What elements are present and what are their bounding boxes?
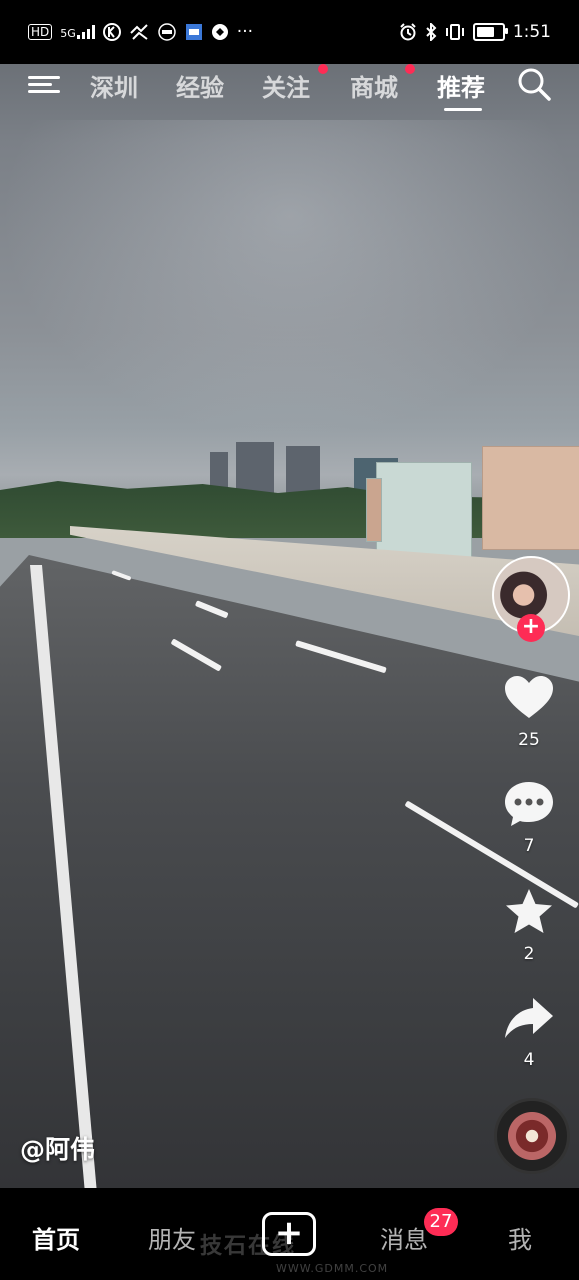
mall-notification-dot	[405, 64, 415, 74]
like-button[interactable]: 25	[490, 672, 568, 750]
tab-experience[interactable]: 经验	[176, 68, 224, 103]
bluetooth-icon	[426, 23, 437, 41]
share-button[interactable]: 4	[490, 992, 568, 1070]
signal-label: 5G	[60, 27, 76, 40]
favorite-count: 2	[523, 944, 535, 964]
ipm-app-icon	[158, 23, 176, 41]
following-notification-dot	[318, 64, 328, 74]
nav-messages[interactable]: 消息	[380, 1220, 428, 1255]
k-app-icon	[102, 23, 121, 41]
message-badge: 27	[424, 1208, 458, 1236]
comment-count: 7	[523, 836, 535, 856]
building	[366, 478, 382, 542]
tab-following[interactable]: 关注	[262, 68, 310, 103]
status-left-icons: HD 5G ···	[28, 22, 253, 42]
comment-button[interactable]: 7	[490, 778, 568, 856]
status-bar: HD 5G ··· 1:51	[0, 0, 579, 64]
menu-icon[interactable]	[28, 72, 60, 98]
tab-recommended[interactable]: 推荐	[437, 68, 485, 103]
music-disc[interactable]	[494, 1098, 570, 1174]
vibrate-icon	[445, 24, 464, 40]
like-count: 25	[518, 730, 540, 750]
author-name[interactable]: @阿伟	[20, 1130, 95, 1166]
building	[376, 462, 472, 562]
nav-me[interactable]: 我	[508, 1220, 532, 1255]
comment-icon	[505, 782, 553, 826]
watermark: 技石在线	[200, 1234, 297, 1259]
follow-button[interactable]: +	[517, 614, 545, 642]
battery-icon	[472, 23, 508, 41]
building	[482, 446, 579, 550]
clock: 1:51	[512, 22, 551, 42]
more-dots-icon: ···	[236, 22, 254, 42]
top-nav: 深圳 经验 关注 商城 推荐	[0, 64, 579, 114]
status-right-icons: 1:51	[399, 22, 551, 42]
app-icon	[130, 24, 148, 40]
watermark-url: WWW.GDMM.COM	[276, 1262, 389, 1275]
browser-icon	[211, 24, 228, 40]
hd-icon: HD	[28, 24, 53, 40]
sky	[0, 120, 579, 440]
nav-home[interactable]: 首页	[32, 1220, 80, 1255]
distant-tower	[236, 442, 274, 494]
favorite-button[interactable]: 2	[490, 886, 568, 964]
star-icon	[506, 889, 552, 933]
nav-friends[interactable]: 朋友	[148, 1220, 196, 1255]
distant-tower	[286, 446, 320, 494]
jdm-app-icon	[185, 24, 202, 40]
tab-shenzhen[interactable]: 深圳	[90, 68, 138, 103]
share-icon	[505, 998, 553, 1038]
battery-level	[476, 27, 494, 37]
signal-icon: 5G	[60, 25, 95, 39]
search-icon[interactable]	[516, 66, 552, 102]
active-tab-indicator	[444, 108, 482, 111]
alarm-icon	[400, 23, 416, 41]
share-count: 4	[523, 1050, 535, 1070]
tab-mall[interactable]: 商城	[350, 68, 398, 103]
heart-icon	[505, 676, 553, 718]
